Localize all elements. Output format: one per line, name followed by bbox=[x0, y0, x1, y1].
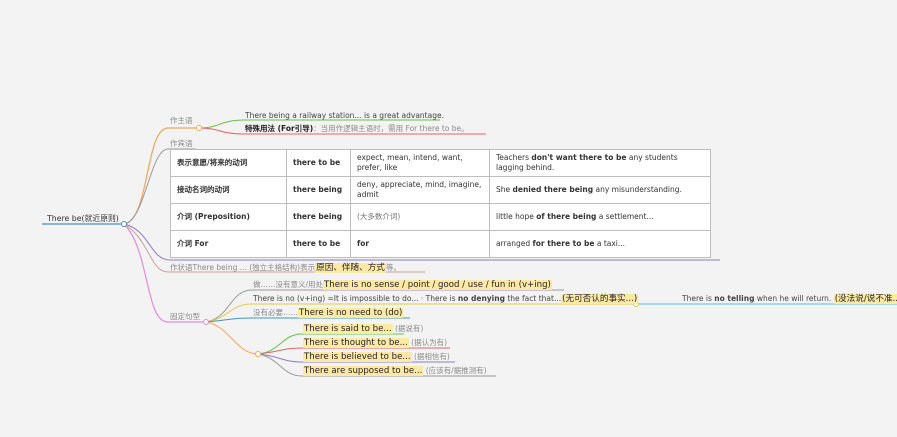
pattern-said[interactable]: There is said to be... (据说有) bbox=[303, 324, 423, 334]
table-cell: for bbox=[350, 230, 490, 258]
cell-text: Teachers bbox=[496, 153, 532, 162]
table-cell: expect, mean, intend, want, prefer, like bbox=[350, 149, 490, 177]
cell-text: a settlement... bbox=[596, 212, 654, 221]
cell-text: She bbox=[496, 185, 513, 194]
table-cell: 表示意愿/将来的动词 bbox=[170, 149, 287, 177]
fixed-item-1-highlight: There is no sense / point / good / use /… bbox=[323, 280, 552, 290]
table-cell: Teachers don't want there to be any stud… bbox=[489, 149, 711, 177]
pattern-thought[interactable]: There is thought to be... (据认为有) bbox=[303, 338, 447, 348]
believed-note: (据相信有) bbox=[411, 352, 450, 361]
child-prefix: There is bbox=[682, 294, 715, 303]
table-cell: arranged for there to be a taxi... bbox=[489, 230, 711, 258]
special-usage-note: ：当用作逻辑主语时，需用 For there to be。 bbox=[313, 124, 469, 133]
adverbial-text-end: 等。 bbox=[385, 263, 401, 272]
fixed-item-2-highlight: (无可否认的事实...) bbox=[561, 294, 639, 304]
cell-bold: of there being bbox=[536, 212, 597, 221]
fixed-item-1-prefix: 做……没有意义/用处 bbox=[253, 280, 324, 289]
table-cell: 介词 For bbox=[170, 230, 287, 258]
table-cell: She denied there being any misunderstand… bbox=[489, 176, 711, 204]
pattern-supposed[interactable]: There are supposed to be... (应该有/据推测有) bbox=[303, 366, 487, 376]
cell-text: any misunderstanding. bbox=[593, 185, 682, 194]
subject-special-usage[interactable]: 特殊用法 (For引导)：当用作逻辑主语时，需用 For there to be… bbox=[245, 124, 469, 134]
table-cell: there to be bbox=[286, 149, 351, 177]
fixed-item-3-prefix: 没有必要…… bbox=[253, 308, 298, 317]
fixed-group-node-circle[interactable] bbox=[255, 351, 261, 357]
cell-text: a taxi... bbox=[594, 239, 626, 248]
cell-bold: don't want there to be bbox=[531, 153, 627, 162]
cell-bold: for there to be bbox=[532, 239, 595, 248]
table-cell: 介词 (Preposition) bbox=[170, 203, 287, 231]
child-mid: when he will return. bbox=[754, 294, 834, 303]
table-cell: 接动名词的动词 bbox=[170, 176, 287, 204]
fixed-item-2-bold: no denying bbox=[457, 294, 505, 303]
table-row: 介词 (Preposition) there being (大多数介词) lit… bbox=[170, 203, 711, 231]
link-fixed-3 bbox=[205, 317, 410, 323]
fixed-item-3[interactable]: 没有必要……There is no need to (do) bbox=[253, 308, 404, 318]
cell-bold: denied there being bbox=[512, 185, 594, 194]
table-row: 介词 For there to be for arranged for ther… bbox=[170, 230, 711, 258]
fixed-item-2-child[interactable]: There is no telling when he will return.… bbox=[682, 294, 897, 304]
fixed-item-1[interactable]: 做……没有意义/用处There is no sense / point / go… bbox=[253, 280, 552, 290]
fixed-label[interactable]: 固定句型 bbox=[170, 312, 200, 322]
table-cell: there being bbox=[286, 203, 351, 231]
child-highlight: (没法说/说不准...) bbox=[833, 294, 897, 304]
subject-node-circle[interactable] bbox=[196, 125, 202, 131]
subject-label[interactable]: 作主语 bbox=[170, 116, 193, 126]
fixed-item-3-highlight: There is no need to (do) bbox=[298, 308, 404, 318]
object-table: 表示意愿/将来的动词 there to be expect, mean, int… bbox=[170, 149, 711, 258]
child-bold: no telling bbox=[714, 294, 755, 303]
adverbial-text: 作状语There being ... (独立主格结构)表示 bbox=[170, 263, 316, 272]
adverbial-highlight: 原因、伴随、方式 bbox=[315, 263, 386, 273]
fixed-item-2-mid: the fact that... bbox=[504, 294, 562, 303]
said-note: (据说有) bbox=[392, 324, 424, 333]
table-cell: there being bbox=[286, 176, 351, 204]
table-cell: deny, appreciate, mind, imagine, admit bbox=[350, 176, 490, 204]
special-usage-title: 特殊用法 (For引导) bbox=[245, 124, 314, 133]
pattern-believed[interactable]: There is believed to be... (据相信有) bbox=[303, 352, 450, 362]
link-fixed-4 bbox=[205, 321, 259, 355]
table-cell: little hope of there being a settlement.… bbox=[489, 203, 711, 231]
cell-text: arranged bbox=[496, 239, 533, 248]
adverbial-topic[interactable]: 作状语There being ... (独立主格结构)表示原因、伴随、方式等。 bbox=[170, 263, 401, 273]
fixed-node-circle[interactable] bbox=[203, 319, 209, 325]
root-node-circle[interactable] bbox=[121, 221, 127, 227]
table-row: 接动名词的动词 there being deny, appreciate, mi… bbox=[170, 176, 711, 204]
root-topic[interactable]: There be(就近原则) bbox=[47, 214, 119, 224]
believed-highlight: There is believed to be... bbox=[303, 352, 412, 362]
supposed-highlight: There are supposed to be... bbox=[303, 366, 424, 376]
said-highlight: There is said to be... bbox=[303, 324, 393, 334]
fixed-item-2[interactable]: There is no (v+ing) =It is impossible to… bbox=[253, 294, 639, 304]
object-label[interactable]: 作宾语 bbox=[170, 139, 193, 149]
table-cell: there to be bbox=[286, 230, 351, 258]
subject-example[interactable]: There being a railway station... is a gr… bbox=[245, 111, 444, 121]
mindmap-canvas: There be(就近原则) 作主语 There being a railway… bbox=[0, 0, 897, 437]
table-cell: (大多数介词) bbox=[350, 203, 490, 231]
table-row: 表示意愿/将来的动词 there to be expect, mean, int… bbox=[170, 149, 711, 177]
cell-text: little hope bbox=[496, 212, 537, 221]
fixed-item-2-prefix: There is no (v+ing) =It is impossible to… bbox=[253, 294, 458, 303]
thought-note: (据认为有) bbox=[408, 338, 448, 347]
supposed-note: (应该有/据推测有) bbox=[423, 366, 487, 375]
thought-highlight: There is thought to be... bbox=[303, 338, 409, 348]
